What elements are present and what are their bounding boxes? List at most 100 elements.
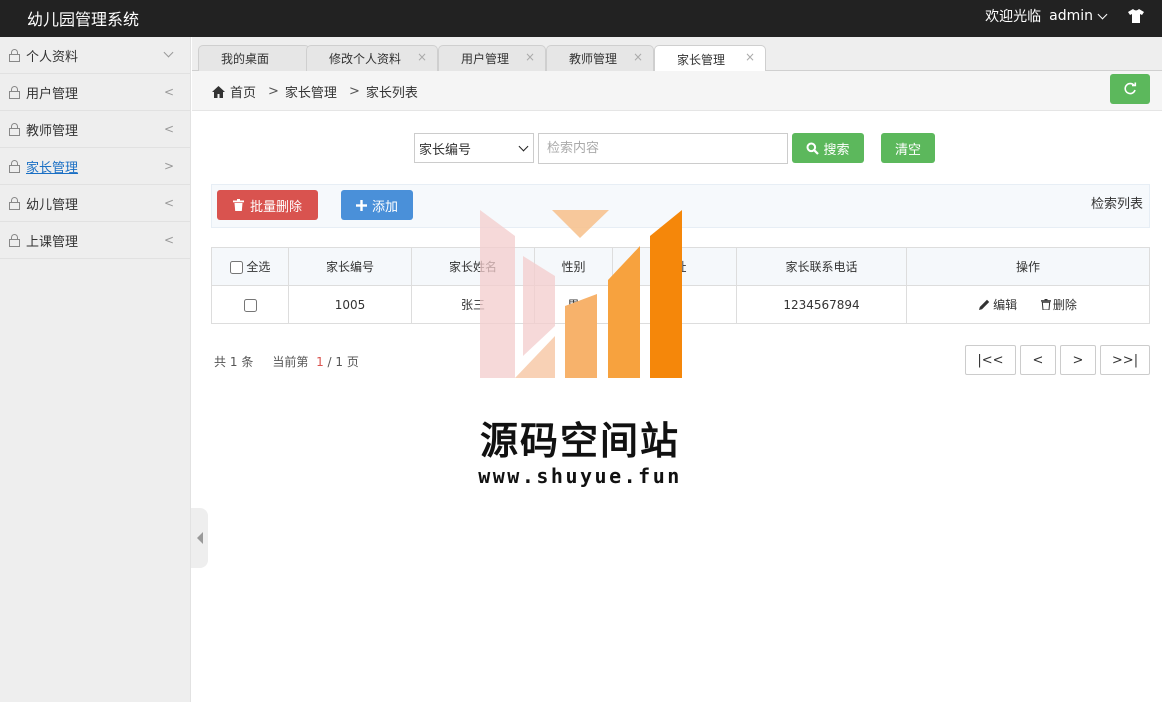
batch-delete-button[interactable]: 批量删除 (217, 190, 318, 220)
column-header: 操作 (906, 247, 1150, 286)
trash-icon (232, 199, 244, 211)
clear-button[interactable]: 清空 (881, 133, 935, 163)
chevron-down-icon (518, 141, 529, 152)
breadcrumb: 首页 > 家长管理 > 家长列表 (212, 82, 418, 101)
tab-users[interactable]: 用户管理 × (438, 45, 546, 71)
close-icon[interactable]: × (525, 50, 535, 64)
breadcrumb-level1[interactable]: 家长管理 (285, 82, 337, 101)
lock-icon (9, 159, 20, 173)
tab-label: 用户管理 (461, 52, 510, 66)
search-input[interactable] (538, 133, 788, 164)
refresh-icon (1124, 82, 1137, 95)
prev-page-button[interactable]: < (1020, 345, 1056, 375)
tab-bar: 我的桌面 修改个人资料 × 用户管理 × 教师管理 × 家长管理 × (192, 37, 1162, 72)
pager-current: 1 (316, 355, 324, 369)
search-icon (806, 142, 820, 155)
close-icon[interactable]: × (417, 50, 427, 64)
sidebar-item-classes[interactable]: 上课管理 < (0, 222, 190, 259)
column-header: 家长编号 (288, 247, 412, 286)
sidebar-item-users[interactable]: 用户管理 < (0, 74, 190, 111)
sidebar-item-label: 个人资料 (26, 49, 79, 65)
tab-label: 家长管理 (677, 52, 726, 67)
plus-icon (355, 199, 367, 211)
lock-icon (9, 48, 20, 62)
watermark-url: www.shuyue.fun (478, 464, 682, 488)
edit-button[interactable]: 编辑 (979, 296, 1017, 313)
search-field-select[interactable]: 家长编号 (414, 133, 534, 163)
top-bar: 幼儿园管理系统 欢迎光临 admin (0, 0, 1162, 37)
sidebar-item-label: 上课管理 (26, 234, 79, 250)
lock-icon (9, 122, 20, 136)
first-page-button[interactable]: |<< (965, 345, 1016, 375)
sidebar-item-parents[interactable]: 家长管理 > (0, 148, 190, 185)
close-icon[interactable]: × (745, 50, 755, 64)
delete-button[interactable]: 删除 (1040, 296, 1077, 313)
sidebar-item-label: 家长管理 (26, 160, 79, 176)
clear-button-label: 清空 (894, 142, 921, 158)
cell-phone: 1234567894 (736, 285, 907, 324)
watermark: 源码空间站 www.shuyue.fun (460, 206, 700, 496)
triangle-left-icon (196, 532, 203, 544)
sidebar: 个人资料 用户管理 < 教师管理 < 家长管理 > 幼儿管理 < 上课管理 < (0, 37, 191, 702)
home-icon (212, 85, 225, 98)
sidebar-item-label: 幼儿管理 (26, 197, 79, 213)
refresh-button[interactable] (1110, 74, 1150, 104)
row-select-cell (211, 285, 289, 324)
watermark-logo (480, 210, 682, 378)
sidebar-collapse-handle[interactable] (191, 508, 208, 568)
add-button[interactable]: 添加 (341, 190, 413, 220)
breadcrumb-separator: > (268, 84, 279, 99)
top-right: 欢迎光临 admin (985, 6, 1144, 26)
next-page-button[interactable]: > (1060, 345, 1096, 375)
breadcrumb-home[interactable]: 首页 (230, 82, 256, 101)
sidebar-item-profile[interactable]: 个人资料 (0, 37, 190, 74)
tab-desktop[interactable]: 我的桌面 (198, 45, 310, 71)
lock-icon (9, 85, 20, 99)
sidebar-item-label: 用户管理 (26, 86, 79, 102)
tab-label: 教师管理 (569, 52, 618, 66)
pager-total: 1 (229, 355, 238, 369)
add-button-label: 添加 (371, 199, 398, 215)
pencil-icon (979, 299, 990, 310)
lock-icon (9, 233, 20, 247)
sidebar-item-teachers[interactable]: 教师管理 < (0, 111, 190, 148)
tab-parents[interactable]: 家长管理 × (654, 45, 766, 72)
username: admin (1049, 8, 1093, 24)
search-list-label: 检索列表 (1090, 197, 1143, 212)
last-page-button[interactable]: >>| (1100, 345, 1150, 375)
delete-label: 删除 (1052, 298, 1077, 312)
cell-actions: 编辑 删除 (906, 285, 1150, 324)
lock-icon (9, 196, 20, 210)
chevron-left-icon: < (163, 196, 174, 210)
cell-parent-id: 1005 (288, 285, 412, 324)
chevron-down-icon (1097, 9, 1108, 20)
pager-total-prefix: 共 (214, 355, 227, 369)
trash-icon (1040, 299, 1051, 310)
tab-label: 我的桌面 (221, 52, 270, 66)
breadcrumb-bar: 首页 > 家长管理 > 家长列表 (192, 71, 1162, 111)
chevron-down-icon (163, 47, 174, 58)
pager-total-suffix: 条 (241, 355, 254, 369)
tab-teachers[interactable]: 教师管理 × (546, 45, 654, 71)
chevron-left-icon: < (163, 122, 174, 136)
welcome-text: 欢迎光临 (985, 9, 1042, 25)
user-menu[interactable]: admin (1049, 8, 1108, 24)
column-header: 家长联系电话 (736, 247, 907, 286)
tab-label: 修改个人资料 (329, 52, 402, 66)
close-icon[interactable]: × (633, 50, 643, 64)
pager-pages: / 1 页 (327, 355, 359, 369)
row-checkbox[interactable] (243, 298, 257, 312)
edit-label: 编辑 (993, 298, 1018, 312)
sidebar-item-label: 教师管理 (26, 123, 79, 139)
breadcrumb-level2: 家长列表 (365, 86, 418, 101)
select-all-checkbox[interactable] (229, 261, 243, 274)
sidebar-item-children[interactable]: 幼儿管理 < (0, 185, 190, 222)
chevron-right-icon: > (163, 159, 174, 173)
tab-edit-profile[interactable]: 修改个人资料 × (306, 45, 438, 71)
tshirt-icon[interactable] (1128, 9, 1144, 23)
search-button[interactable]: 搜索 (792, 133, 864, 163)
batch-delete-label: 批量删除 (249, 199, 302, 215)
search-field-value: 家长编号 (419, 142, 472, 158)
breadcrumb-separator: > (348, 84, 360, 99)
search-button-label: 搜索 (823, 142, 850, 158)
